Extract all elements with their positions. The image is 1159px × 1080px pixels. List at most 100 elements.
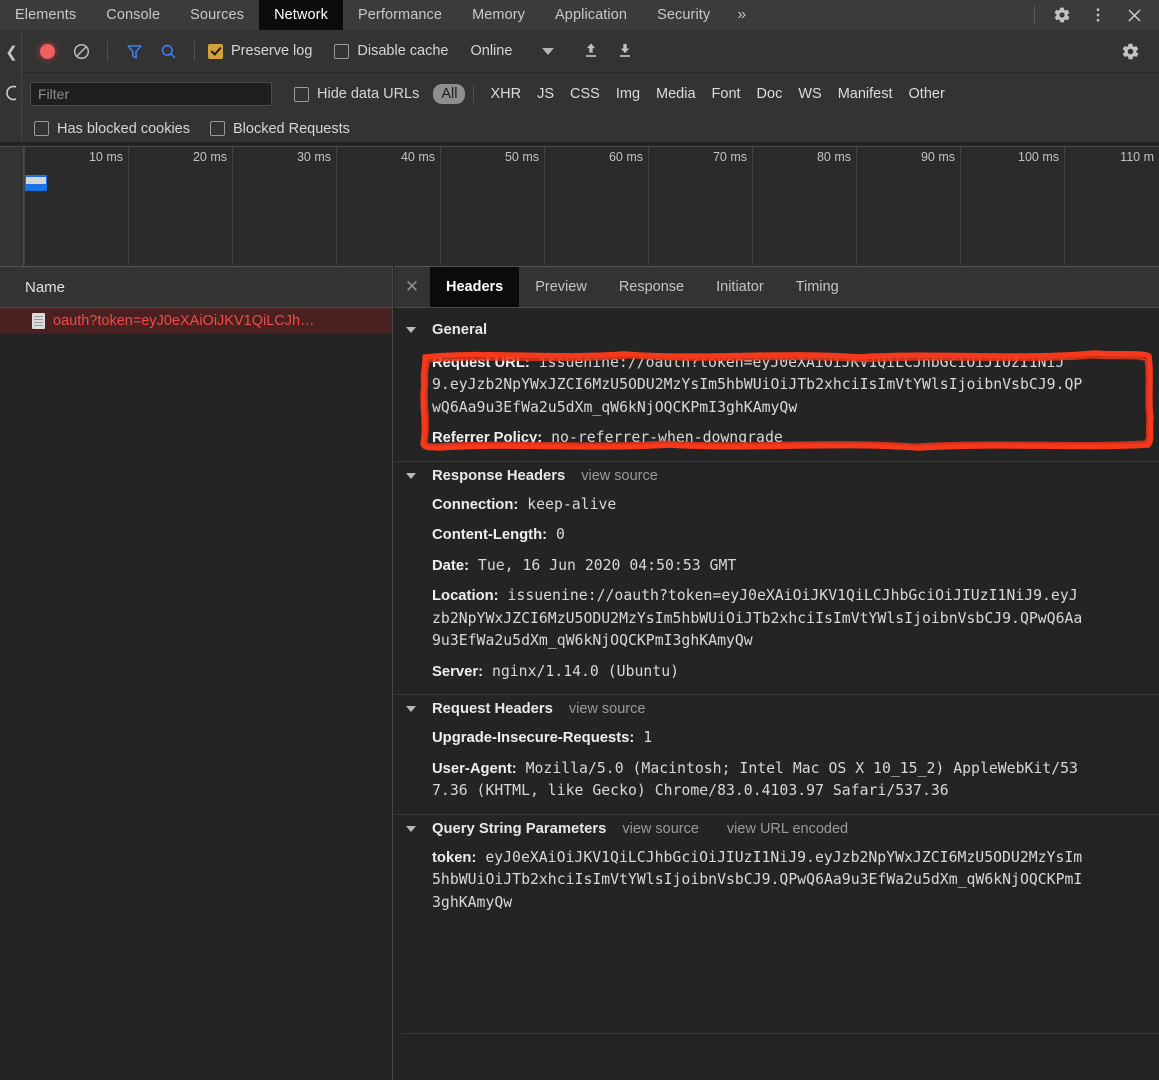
type-filter-css[interactable]: CSS <box>562 84 608 104</box>
header-value-cont: 7.36 (KHTML, like Gecko) Chrome/83.0.410… <box>432 782 949 800</box>
type-filter-media[interactable]: Media <box>648 84 704 104</box>
network-settings-gear-icon[interactable] <box>1113 36 1147 66</box>
section-header-response-headers[interactable]: Response Headers view source <box>394 462 1159 490</box>
tab-security[interactable]: Security <box>642 0 725 30</box>
close-icon[interactable] <box>1117 0 1151 30</box>
import-har-button[interactable] <box>574 36 608 66</box>
export-har-button[interactable] <box>608 36 642 66</box>
network-overview[interactable]: 10 ms 20 ms 30 ms 40 ms 50 ms 60 ms 70 m… <box>0 146 1159 267</box>
more-vertical-icon[interactable] <box>1081 0 1115 30</box>
tab-elements[interactable]: Elements <box>0 0 91 30</box>
close-details-icon[interactable]: ✕ <box>394 267 430 307</box>
partial-circle-icon <box>0 73 21 113</box>
section-header-general[interactable]: General <box>394 316 1159 344</box>
header-value: nginx/1.14.0 (Ubuntu) <box>491 662 680 680</box>
table-row[interactable]: oauth?token=eyJ0eXAiOiJKV1QiLCJh… <box>0 308 392 334</box>
tab-preview[interactable]: Preview <box>519 267 603 307</box>
view-source-link[interactable]: view source <box>581 468 658 484</box>
more-tabs-button[interactable]: » <box>725 0 758 30</box>
view-source-link[interactable]: view source <box>569 701 646 717</box>
header-value: keep-alive <box>527 495 617 513</box>
param-key: token: <box>432 849 477 866</box>
type-filter-xhr[interactable]: XHR <box>482 84 529 104</box>
tab-timing[interactable]: Timing <box>780 267 855 307</box>
type-filter-img[interactable]: Img <box>608 84 648 104</box>
request-list-header: Name <box>0 266 392 308</box>
header-value: no-referrer-when-downgrade <box>551 429 783 447</box>
preserve-log-label: Preserve log <box>231 43 313 59</box>
blocked-requests-label: Blocked Requests <box>233 120 350 137</box>
tick-label: 80 ms <box>816 150 851 164</box>
tick-label: 40 ms <box>400 150 435 164</box>
network-toolbar: Preserve log Disable cache Online <box>0 30 1159 73</box>
tab-response[interactable]: Response <box>603 267 700 307</box>
devtools-window: Elements Console Sources Network Perform… <box>0 0 1159 1080</box>
type-filter-other[interactable]: Other <box>901 84 953 104</box>
view-url-encoded-link[interactable]: view URL encoded <box>727 821 848 837</box>
type-filter-all[interactable]: All <box>433 84 466 104</box>
header-value-cont: 9u3EfWa2u5dXm_qW6kNjOQCKPmI3ghKAmyQw <box>432 632 753 650</box>
section-header-query-string-parameters[interactable]: Query String Parameters view source view… <box>394 815 1159 843</box>
gear-icon[interactable] <box>1045 0 1079 30</box>
type-filter-manifest[interactable]: Manifest <box>830 84 901 104</box>
tick-label: 60 ms <box>608 150 643 164</box>
search-toggle-button[interactable] <box>151 36 185 66</box>
tick-label: 100 ms <box>1018 150 1059 164</box>
section-title: General <box>432 322 488 338</box>
section-title: Query String Parameters <box>432 820 607 837</box>
preserve-log-checkbox[interactable]: Preserve log <box>208 43 312 59</box>
request-name: oauth?token=eyJ0eXAiOiJKV1QiLCJh… <box>53 313 315 329</box>
header-value: Tue, 16 Jun 2020 04:50:53 GMT <box>477 556 737 574</box>
filter-input[interactable] <box>30 82 272 106</box>
query-param-token: token: eyJ0eXAiOiJKV1QiLCJhbGciOiJIUzI1N… <box>394 843 1159 918</box>
header-value: 1 <box>643 729 653 747</box>
tab-console[interactable]: Console <box>91 0 175 30</box>
tab-initiator[interactable]: Initiator <box>700 267 780 307</box>
tab-label: Headers <box>446 279 504 295</box>
header-value-cont: 9.eyJzb2NpYWxJZCI6MzU5ODU2MzYsIm5hbWUiOi… <box>432 376 1083 394</box>
tab-headers[interactable]: Headers <box>430 267 520 307</box>
disable-cache-checkbox[interactable]: Disable cache <box>334 43 448 59</box>
header-value: issuenine://oauth?token=eyJ0eXAiOiJKV1Qi… <box>507 587 1078 605</box>
type-filter-ws[interactable]: WS <box>790 84 829 104</box>
document-icon <box>32 313 45 329</box>
collapse-chevron-icon[interactable]: ❮ <box>0 30 21 73</box>
section-title: Response Headers <box>432 467 566 484</box>
record-button[interactable] <box>30 36 64 66</box>
devtools-tabstrip: Elements Console Sources Network Perform… <box>0 0 1159 30</box>
tab-application[interactable]: Application <box>540 0 642 30</box>
header-key: Date: <box>432 557 469 574</box>
hide-data-urls-checkbox[interactable]: Hide data URLs <box>294 86 419 102</box>
section-title: Request Headers <box>432 701 553 718</box>
tab-sources[interactable]: Sources <box>175 0 259 30</box>
blocked-requests-checkbox[interactable]: Blocked Requests <box>210 121 350 137</box>
tab-label: Performance <box>357 7 443 23</box>
has-blocked-cookies-checkbox[interactable]: Has blocked cookies <box>34 121 190 137</box>
tick-label: 20 ms <box>192 150 227 164</box>
view-source-link[interactable]: view source <box>622 821 699 837</box>
header-value: 0 <box>555 526 565 544</box>
hide-data-urls-label: Hide data URLs <box>317 86 420 102</box>
tab-label: Security <box>657 7 711 23</box>
tick-label: 50 ms <box>504 150 539 164</box>
details-tabbar: ✕ Headers Preview Response Initiator Tim… <box>394 266 1159 308</box>
section-header-request-headers[interactable]: Request Headers view source <box>394 695 1159 723</box>
header-row-request-url: Request URL: issuenine://oauth?token=eyJ… <box>394 344 1159 423</box>
chevron-down-icon <box>542 47 555 55</box>
tab-network[interactable]: Network <box>259 0 343 30</box>
header-key: Referrer Policy: <box>432 430 543 447</box>
clear-button[interactable] <box>64 36 98 66</box>
checkbox-box <box>334 43 350 59</box>
filter-toggle-button[interactable] <box>117 36 151 66</box>
checkbox-box <box>210 121 225 136</box>
request-details-pane: ✕ Headers Preview Response Initiator Tim… <box>394 266 1159 1080</box>
throttling-dropdown[interactable]: Online <box>470 43 555 59</box>
type-filter-js[interactable]: JS <box>529 84 562 104</box>
tab-memory[interactable]: Memory <box>457 0 540 30</box>
divider <box>473 85 475 103</box>
type-filter-doc[interactable]: Doc <box>749 84 791 104</box>
tab-performance[interactable]: Performance <box>343 0 457 30</box>
param-value: eyJ0eXAiOiJKV1QiLCJhbGciOiJIUzI1NiJ9.eyJ… <box>485 848 1083 866</box>
type-filter-font[interactable]: Font <box>704 84 749 104</box>
header-row-upgrade-insecure-requests: Upgrade-Insecure-Requests: 1 <box>394 723 1159 753</box>
